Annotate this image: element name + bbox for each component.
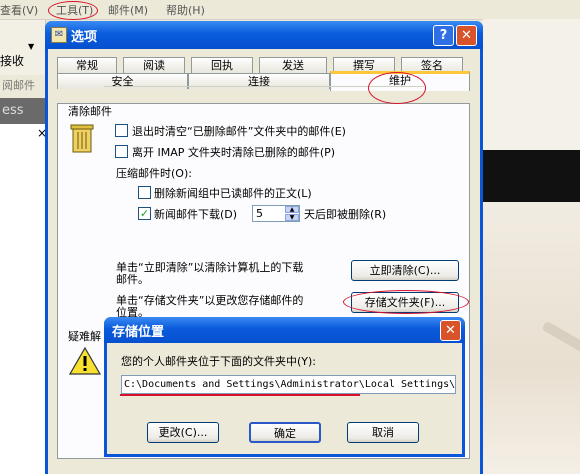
background-toolbar: 接收 ▼ (0, 20, 46, 75)
dropdown-arrow-icon[interactable]: ▼ (28, 42, 34, 51)
annotation-circle-maintenance (368, 72, 426, 104)
ok-button[interactable]: 确定 (249, 422, 321, 443)
menu-help[interactable]: 帮助(H) (166, 2, 205, 18)
spin-up-arrow-icon[interactable]: ▲ (285, 206, 299, 213)
cancel-button[interactable]: 取消 (347, 422, 419, 443)
tab-general[interactable]: 常规 (57, 57, 117, 73)
annotation-circle-store-folder (343, 290, 469, 314)
storage-title: 存储位置 (112, 325, 165, 340)
empty-deleted-label: 退出时清空“已删除邮件”文件夹中的邮件(E) (132, 125, 346, 138)
options-title: 选项 (71, 30, 98, 45)
recycle-bin-icon (69, 122, 95, 154)
days-spinbox[interactable]: 5 ▲ ▼ (252, 205, 300, 222)
days-value: 5 (256, 207, 263, 220)
troubleshoot-label: 疑难解 (68, 330, 101, 343)
tab-send[interactable]: 发送 (259, 57, 327, 73)
receive-button-label[interactable]: 接收 (0, 52, 24, 69)
empty-deleted-checkbox[interactable] (115, 124, 128, 137)
change-button[interactable]: 更改(C)... (147, 422, 219, 443)
menu-view[interactable]: 查看(V) (0, 2, 38, 18)
background-header-bar: ess (0, 98, 45, 124)
options-icon: ✉ (51, 27, 67, 43)
delete-news-bodies-checkbox[interactable] (138, 186, 151, 199)
wallpaper-band (483, 150, 580, 202)
section-title: 清除邮件 (68, 105, 112, 118)
annotation-circle-tools (48, 1, 98, 20)
close-button[interactable]: ✕ (456, 25, 477, 46)
tab-receipts[interactable]: 回执 (191, 57, 253, 73)
storage-location-dialog: 存储位置 ✕ 您的个人邮件夹位于下面的文件夹中(Y): C:\Documents… (104, 317, 465, 457)
storage-body: 您的个人邮件夹位于下面的文件夹中(Y): C:\Documents and Se… (107, 343, 462, 454)
storage-titlebar[interactable]: 存储位置 ✕ (104, 317, 465, 343)
clean-now-button[interactable]: 立即清除(C)... (351, 260, 459, 281)
days-suffix: 天后即被删除(R) (304, 208, 387, 221)
menu-mail[interactable]: 邮件(M) (108, 2, 148, 18)
storage-close-button[interactable]: ✕ (440, 320, 461, 341)
spin-down-arrow-icon[interactable]: ▼ (285, 214, 299, 221)
purge-imap-label: 离开 IMAP 文件夹时清除已删除的邮件(P) (132, 146, 336, 159)
background-pane (0, 124, 45, 474)
warning-icon (68, 346, 102, 376)
background-strip: 阅邮件 (0, 76, 45, 96)
clean-desc-line2: 邮件。 (116, 273, 149, 286)
compact-label: 压缩邮件时(O): (116, 167, 192, 180)
help-button[interactable]: ? (433, 25, 454, 46)
news-download-checkbox[interactable]: ✓ (138, 207, 151, 220)
annotation-underline-path (120, 394, 360, 396)
news-download-label: 新闻邮件下载(D) (154, 208, 238, 221)
purge-imap-checkbox[interactable] (115, 145, 128, 158)
storage-prompt: 您的个人邮件夹位于下面的文件夹中(Y): (121, 355, 317, 368)
delete-news-bodies-label: 删除新闻组中已读邮件的正文(L) (154, 187, 312, 200)
storage-path-field[interactable]: C:\Documents and Settings\Administrator\… (121, 375, 456, 394)
tab-read[interactable]: 阅读 (123, 57, 185, 73)
options-titlebar[interactable]: ✉ 选项 ? ✕ (45, 21, 483, 49)
